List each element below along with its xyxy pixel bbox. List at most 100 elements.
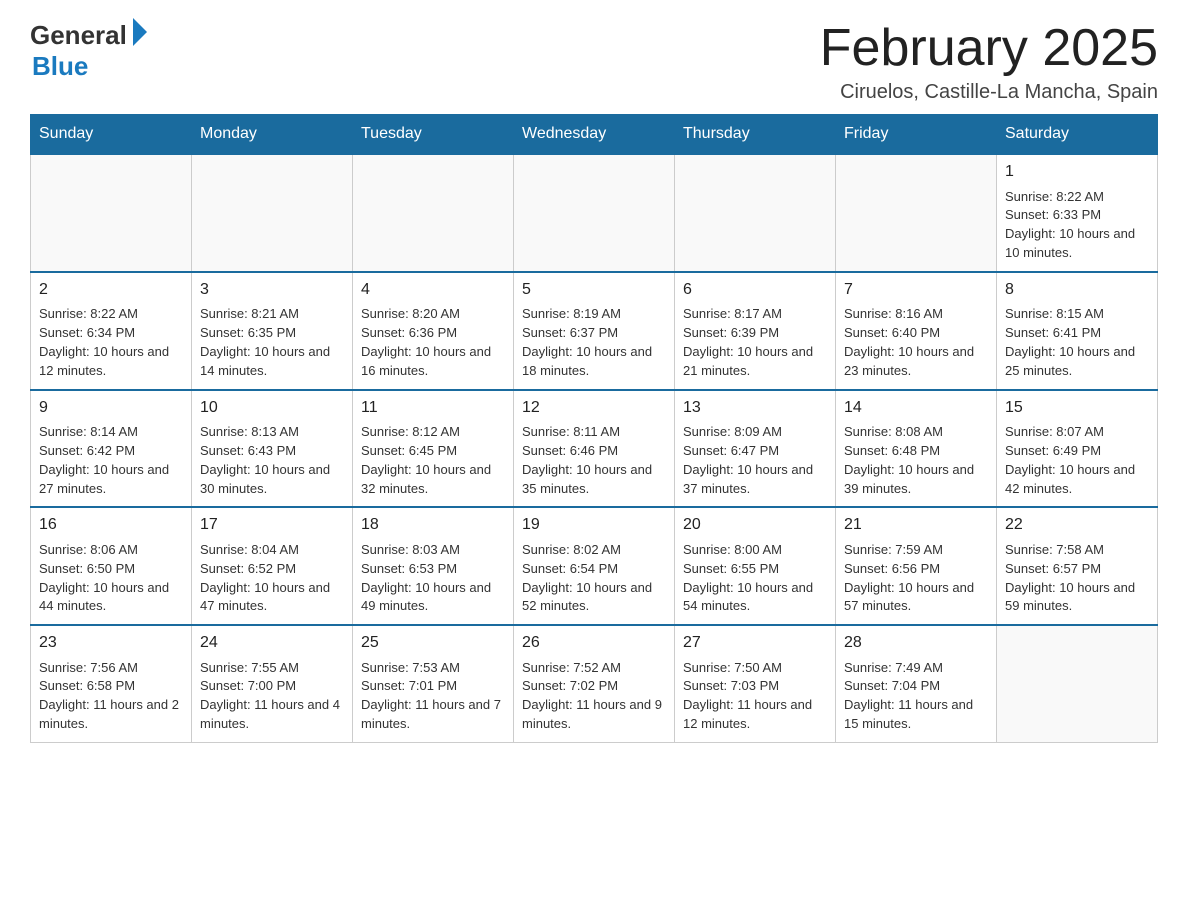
day-info: Sunrise: 8:15 AM Sunset: 6:41 PM Dayligh…	[1005, 305, 1149, 380]
week-row-1: 1Sunrise: 8:22 AM Sunset: 6:33 PM Daylig…	[31, 154, 1158, 272]
calendar-cell: 20 Sunrise: 8:00 AM Sunset: 6:55 PM Dayli…	[675, 507, 836, 625]
day-number: 3	[200, 279, 344, 301]
day-number: 6	[683, 279, 827, 301]
day-info: Sunrise: 8:08 AM Sunset: 6:48 PM Dayligh…	[844, 423, 988, 498]
calendar-cell	[675, 154, 836, 272]
day-number: 4	[361, 279, 505, 301]
weekday-header-friday: Friday	[836, 115, 997, 155]
day-number: 13	[683, 397, 827, 419]
day-info: Sunrise: 8:02 AM Sunset: 6:54 PM Dayligh…	[522, 541, 666, 616]
day-info: Sunrise: 8:14 AM Sunset: 6:42 PM Dayligh…	[39, 423, 183, 498]
weekday-header-thursday: Thursday	[675, 115, 836, 155]
day-info: Sunrise: 7:58 AM Sunset: 6:57 PM Dayligh…	[1005, 541, 1149, 616]
calendar-cell: 22Sunrise: 7:58 AM Sunset: 6:57 PM Dayli…	[997, 507, 1158, 625]
day-number: 27	[683, 632, 827, 654]
day-number: 12	[522, 397, 666, 419]
calendar-cell: 7Sunrise: 8:16 AM Sunset: 6:40 PM Daylig…	[836, 272, 997, 390]
day-number: 21	[844, 514, 988, 536]
day-info: Sunrise: 8:09 AM Sunset: 6:47 PM Dayligh…	[683, 423, 827, 498]
calendar-cell: 8 Sunrise: 8:15 AM Sunset: 6:41 PM Daylig…	[997, 272, 1158, 390]
day-number: 2	[39, 279, 183, 301]
day-number: 8	[1005, 279, 1149, 301]
day-number: 10	[200, 397, 344, 419]
calendar-cell: 24Sunrise: 7:55 AM Sunset: 7:00 PM Dayli…	[192, 625, 353, 742]
day-number: 28	[844, 632, 988, 654]
day-info: Sunrise: 8:03 AM Sunset: 6:53 PM Dayligh…	[361, 541, 505, 616]
day-number: 17	[200, 514, 344, 536]
day-info: Sunrise: 8:06 AM Sunset: 6:50 PM Dayligh…	[39, 541, 183, 616]
day-number: 20	[683, 514, 827, 536]
day-number: 18	[361, 514, 505, 536]
weekday-header-saturday: Saturday	[997, 115, 1158, 155]
calendar-cell: 13 Sunrise: 8:09 AM Sunset: 6:47 PM Dayli…	[675, 390, 836, 508]
day-info: Sunrise: 7:55 AM Sunset: 7:00 PM Dayligh…	[200, 659, 344, 734]
day-info: Sunrise: 8:13 AM Sunset: 6:43 PM Dayligh…	[200, 423, 344, 498]
calendar-cell: 16 Sunrise: 8:06 AM Sunset: 6:50 PM Dayli…	[31, 507, 192, 625]
day-info: Sunrise: 7:49 AM Sunset: 7:04 PM Dayligh…	[844, 659, 988, 734]
day-number: 16	[39, 514, 183, 536]
calendar-cell: 12 Sunrise: 8:11 AM Sunset: 6:46 PM Dayli…	[514, 390, 675, 508]
calendar-cell	[514, 154, 675, 272]
day-info: Sunrise: 7:53 AM Sunset: 7:01 PM Dayligh…	[361, 659, 505, 734]
calendar-cell: 11 Sunrise: 8:12 AM Sunset: 6:45 PM Dayli…	[353, 390, 514, 508]
calendar-cell: 2Sunrise: 8:22 AM Sunset: 6:34 PM Daylig…	[31, 272, 192, 390]
calendar-cell: 4Sunrise: 8:20 AM Sunset: 6:36 PM Daylig…	[353, 272, 514, 390]
calendar-cell: 19 Sunrise: 8:02 AM Sunset: 6:54 PM Dayli…	[514, 507, 675, 625]
day-info: Sunrise: 8:04 AM Sunset: 6:52 PM Dayligh…	[200, 541, 344, 616]
week-row-3: 9 Sunrise: 8:14 AM Sunset: 6:42 PM Daylig…	[31, 390, 1158, 508]
page-header: General Blue February 2025 Ciruelos, Cas…	[30, 20, 1158, 104]
day-number: 25	[361, 632, 505, 654]
weekday-header-sunday: Sunday	[31, 115, 192, 155]
day-number: 5	[522, 279, 666, 301]
calendar-cell: 5 Sunrise: 8:19 AM Sunset: 6:37 PM Daylig…	[514, 272, 675, 390]
calendar-cell: 17 Sunrise: 8:04 AM Sunset: 6:52 PM Dayli…	[192, 507, 353, 625]
calendar-cell: 9 Sunrise: 8:14 AM Sunset: 6:42 PM Daylig…	[31, 390, 192, 508]
weekday-header-wednesday: Wednesday	[514, 115, 675, 155]
calendar-cell: 10 Sunrise: 8:13 AM Sunset: 6:43 PM Dayli…	[192, 390, 353, 508]
calendar-cell: 27 Sunrise: 7:50 AM Sunset: 7:03 PM Dayli…	[675, 625, 836, 742]
day-info: Sunrise: 8:11 AM Sunset: 6:46 PM Dayligh…	[522, 423, 666, 498]
day-info: Sunrise: 8:17 AM Sunset: 6:39 PM Dayligh…	[683, 305, 827, 380]
calendar-cell: 15 Sunrise: 8:07 AM Sunset: 6:49 PM Dayli…	[997, 390, 1158, 508]
day-number: 15	[1005, 397, 1149, 419]
logo-blue-text: Blue	[32, 51, 88, 81]
calendar-cell: 25 Sunrise: 7:53 AM Sunset: 7:01 PM Dayli…	[353, 625, 514, 742]
weekday-header-monday: Monday	[192, 115, 353, 155]
calendar-cell	[31, 154, 192, 272]
calendar-cell: 1Sunrise: 8:22 AM Sunset: 6:33 PM Daylig…	[997, 154, 1158, 272]
calendar-cell: 6 Sunrise: 8:17 AM Sunset: 6:39 PM Daylig…	[675, 272, 836, 390]
logo-arrow-icon	[133, 18, 147, 46]
day-info: Sunrise: 8:22 AM Sunset: 6:33 PM Dayligh…	[1005, 188, 1149, 263]
week-row-4: 16 Sunrise: 8:06 AM Sunset: 6:50 PM Dayli…	[31, 507, 1158, 625]
calendar-cell: 23Sunrise: 7:56 AM Sunset: 6:58 PM Dayli…	[31, 625, 192, 742]
calendar-cell: 14 Sunrise: 8:08 AM Sunset: 6:48 PM Dayli…	[836, 390, 997, 508]
day-info: Sunrise: 8:00 AM Sunset: 6:55 PM Dayligh…	[683, 541, 827, 616]
day-info: Sunrise: 7:59 AM Sunset: 6:56 PM Dayligh…	[844, 541, 988, 616]
day-info: Sunrise: 8:21 AM Sunset: 6:35 PM Dayligh…	[200, 305, 344, 380]
week-row-2: 2Sunrise: 8:22 AM Sunset: 6:34 PM Daylig…	[31, 272, 1158, 390]
calendar-cell	[997, 625, 1158, 742]
calendar-cell: 26 Sunrise: 7:52 AM Sunset: 7:02 PM Dayli…	[514, 625, 675, 742]
calendar-cell: 21 Sunrise: 7:59 AM Sunset: 6:56 PM Dayli…	[836, 507, 997, 625]
weekday-header-row: SundayMondayTuesdayWednesdayThursdayFrid…	[31, 115, 1158, 155]
day-info: Sunrise: 7:52 AM Sunset: 7:02 PM Dayligh…	[522, 659, 666, 734]
day-number: 14	[844, 397, 988, 419]
day-number: 9	[39, 397, 183, 419]
day-info: Sunrise: 8:07 AM Sunset: 6:49 PM Dayligh…	[1005, 423, 1149, 498]
month-title: February 2025	[820, 20, 1158, 77]
day-number: 11	[361, 397, 505, 419]
day-number: 23	[39, 632, 183, 654]
day-info: Sunrise: 8:12 AM Sunset: 6:45 PM Dayligh…	[361, 423, 505, 498]
logo: General Blue	[30, 20, 147, 82]
calendar-cell	[353, 154, 514, 272]
week-row-5: 23Sunrise: 7:56 AM Sunset: 6:58 PM Dayli…	[31, 625, 1158, 742]
day-info: Sunrise: 7:50 AM Sunset: 7:03 PM Dayligh…	[683, 659, 827, 734]
day-number: 7	[844, 279, 988, 301]
day-number: 19	[522, 514, 666, 536]
calendar-table: SundayMondayTuesdayWednesdayThursdayFrid…	[30, 114, 1158, 743]
day-number: 26	[522, 632, 666, 654]
day-info: Sunrise: 8:19 AM Sunset: 6:37 PM Dayligh…	[522, 305, 666, 380]
calendar-cell: 3 Sunrise: 8:21 AM Sunset: 6:35 PM Daylig…	[192, 272, 353, 390]
calendar-cell	[836, 154, 997, 272]
title-section: February 2025 Ciruelos, Castille-La Manc…	[820, 20, 1158, 104]
